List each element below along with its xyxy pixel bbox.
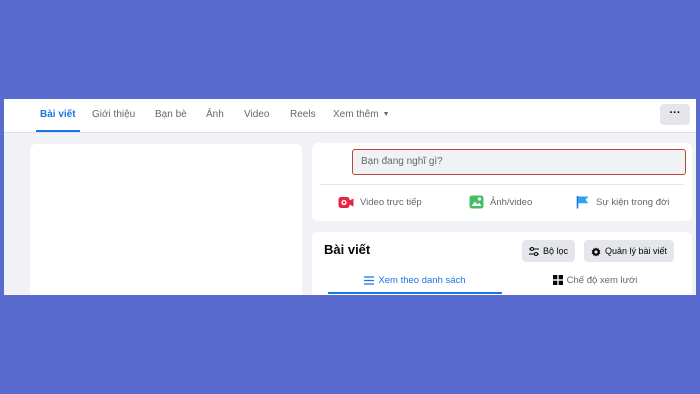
photo-video-label: Ảnh/video	[490, 197, 533, 208]
filter-sliders-icon	[529, 247, 539, 257]
facebook-profile-screenshot: Bài viết Giới thiệu Bạn bè Ảnh Video Ree…	[4, 99, 696, 295]
filter-button[interactable]: Bộ lọc	[522, 240, 576, 262]
posts-title: Bài viết	[324, 242, 371, 257]
live-video-label: Video trực tiếp	[360, 197, 422, 208]
life-event-button[interactable]: Sự kiện trong đời	[576, 193, 669, 213]
tab-about[interactable]: Giới thiệu	[92, 99, 135, 132]
live-video-icon	[338, 196, 354, 208]
life-event-label: Sự kiện trong đời	[596, 197, 670, 208]
intro-card	[30, 144, 302, 295]
composer-divider	[320, 184, 684, 185]
grid-view-tab[interactable]: Chế độ xem lưới	[508, 271, 682, 293]
list-view-label: Xem theo danh sách	[378, 275, 466, 286]
tab-video[interactable]: Video	[244, 99, 269, 132]
posts-section: Bài viết Bộ lọc Quản lý bài viết Xem the…	[312, 232, 692, 295]
tab-posts[interactable]: Bài viết	[36, 99, 80, 132]
list-view-tab[interactable]: Xem theo danh sách	[328, 271, 502, 294]
manage-posts-label: Quản lý bài viết	[605, 246, 668, 256]
more-options-button[interactable]: ···	[660, 104, 690, 125]
tab-friends[interactable]: Bạn bè	[155, 99, 187, 132]
tab-photos[interactable]: Ảnh	[206, 99, 224, 132]
tab-see-more-label: Xem thêm	[333, 109, 379, 120]
grid-view-label: Chế độ xem lưới	[566, 275, 638, 286]
composer-placeholder: Bạn đang nghĩ gì?	[361, 156, 443, 167]
manage-posts-button[interactable]: Quản lý bài viết	[584, 240, 675, 262]
tab-reels[interactable]: Reels	[290, 99, 316, 132]
grid-view-icon	[552, 275, 563, 286]
caret-down-icon: ▼	[382, 111, 390, 118]
list-view-icon	[364, 276, 375, 285]
photo-video-icon	[469, 195, 484, 209]
profile-tab-bar: Bài viết Giới thiệu Bạn bè Ảnh Video Ree…	[4, 99, 696, 133]
whats-on-your-mind-input[interactable]: Bạn đang nghĩ gì?	[352, 149, 686, 175]
post-composer: Bạn đang nghĩ gì? Video trực tiếp Ảnh/vi…	[312, 143, 692, 221]
tab-see-more[interactable]: Xem thêm ▼	[333, 99, 390, 132]
photo-video-button[interactable]: Ảnh/video	[469, 193, 532, 213]
live-video-button[interactable]: Video trực tiếp	[338, 193, 422, 213]
gear-icon	[591, 247, 601, 257]
ellipsis-icon: ···	[669, 107, 681, 119]
life-event-flag-icon	[576, 196, 589, 209]
filter-label: Bộ lọc	[543, 246, 569, 256]
